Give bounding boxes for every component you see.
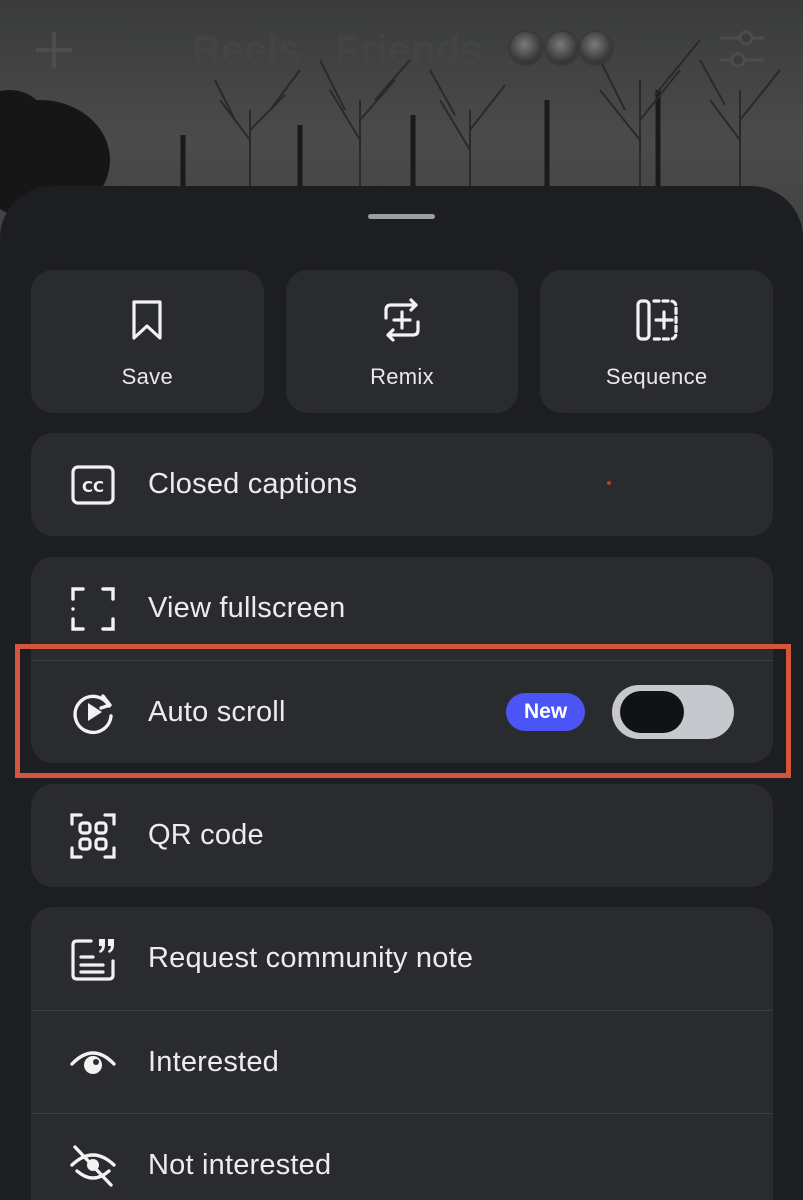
auto-scroll-icon — [73, 694, 113, 735]
not-interested-item[interactable]: Not interested — [31, 1113, 773, 1200]
remix-icon — [384, 297, 420, 342]
save-label: Save — [121, 363, 174, 389]
community-note-icon — [71, 938, 115, 981]
sheet-drag-handle[interactable] — [368, 214, 435, 219]
new-badge: New — [506, 693, 586, 731]
avatar — [578, 30, 614, 66]
save-button[interactable]: Save — [31, 270, 264, 413]
remix-label: Remix — [370, 363, 434, 389]
auto-scroll-toggle[interactable] — [612, 685, 734, 739]
svg-text:CC: CC — [82, 478, 104, 496]
interested-label: Interested — [148, 1045, 279, 1078]
avatar — [544, 30, 580, 66]
tab-friends[interactable]: Friends — [335, 28, 483, 73]
remix-button[interactable]: Remix — [285, 270, 519, 413]
feedback-group: Request community note Interested Not in… — [31, 907, 773, 1200]
feed-tabs: Reels Friends — [192, 26, 483, 74]
not-interested-label: Not interested — [148, 1148, 332, 1181]
toggle-knob — [620, 691, 684, 733]
friends-avatars — [508, 30, 618, 68]
eye-slash-icon — [70, 1145, 116, 1187]
create-button[interactable] — [30, 26, 78, 74]
filter-icon — [720, 30, 764, 68]
sequence-button[interactable]: Sequence — [540, 270, 774, 413]
request-community-note-label: Request community note — [148, 942, 474, 974]
red-dot-marker — [607, 481, 611, 485]
avatar — [508, 30, 544, 66]
sequence-icon — [636, 298, 678, 341]
cc-icon: CC — [71, 464, 115, 505]
view-fullscreen-item[interactable]: View fullscreen — [31, 557, 773, 660]
qr-group: QR code — [31, 784, 773, 887]
top-bar: Reels Friends — [0, 0, 803, 100]
eye-icon — [70, 1051, 116, 1074]
closed-captions-item[interactable]: CC Closed captions — [31, 433, 773, 536]
auto-scroll-label: Auto scroll — [148, 695, 286, 728]
quick-actions: Save Remix Sequence — [31, 270, 774, 413]
request-community-note-item[interactable]: Request community note — [31, 907, 773, 1010]
fullscreen-icon — [71, 586, 115, 631]
tab-reels[interactable]: Reels — [192, 28, 301, 73]
qr-code-item[interactable]: QR code — [31, 784, 773, 887]
options-sheet: Save Remix Sequence CC Closed captions V… — [0, 186, 803, 1200]
qr-code-label: QR code — [148, 819, 264, 851]
captions-group: CC Closed captions — [31, 433, 773, 536]
view-fullscreen-label: View fullscreen — [148, 592, 346, 624]
filter-button[interactable] — [716, 28, 768, 72]
plus-icon — [36, 32, 72, 68]
view-options-group: View fullscreen Auto scroll New — [31, 557, 773, 763]
qr-code-icon — [70, 812, 116, 859]
interested-item[interactable]: Interested — [31, 1010, 773, 1113]
auto-scroll-item[interactable]: Auto scroll New — [31, 660, 773, 763]
bookmark-icon — [132, 299, 162, 340]
sequence-label: Sequence — [605, 363, 708, 389]
closed-captions-label: Closed captions — [148, 468, 358, 500]
